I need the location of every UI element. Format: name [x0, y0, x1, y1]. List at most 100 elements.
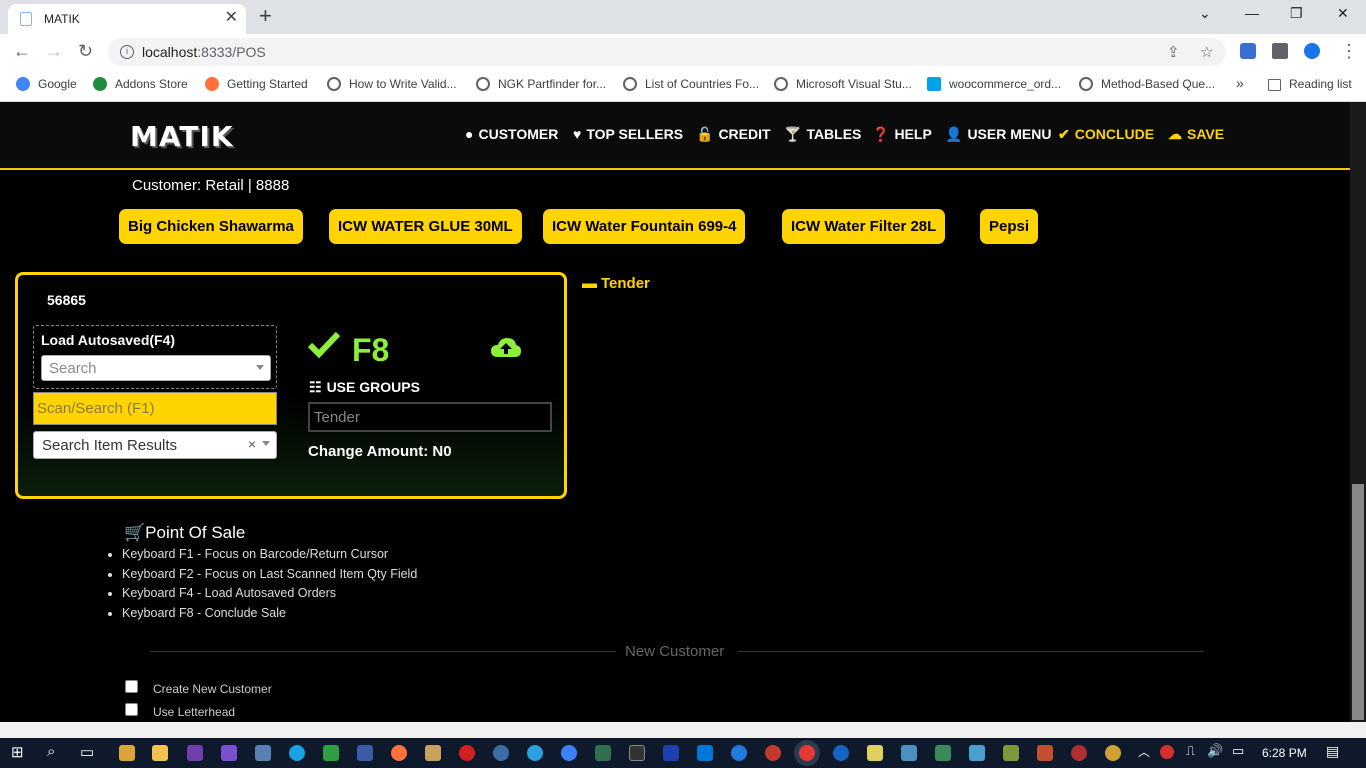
usb-icon[interactable]: ⎍ — [1186, 743, 1195, 759]
app-icon[interactable] — [663, 745, 679, 761]
search-icon[interactable]: ⌕ — [47, 743, 55, 760]
create-new-customer-label[interactable]: Create New Customer — [153, 682, 272, 696]
extension-shield-icon[interactable] — [1304, 43, 1320, 59]
close-tab-icon[interactable]: ✕ — [225, 9, 238, 27]
cloud-upload-icon[interactable] — [490, 337, 522, 359]
app-icon[interactable] — [969, 745, 985, 761]
close-window-icon[interactable]: ✕ — [1337, 5, 1349, 22]
visual-studio-icon[interactable] — [221, 745, 237, 761]
quick-item-button[interactable]: Big Chicken Shawarma — [119, 209, 303, 244]
task-view-icon[interactable]: ▭ — [80, 743, 94, 761]
extension-adblock-icon[interactable] — [1240, 43, 1256, 59]
nav-help[interactable]: ❓ HELP — [872, 126, 932, 143]
app-icon[interactable] — [1037, 745, 1053, 761]
search-results-select[interactable]: Search Item Results × — [33, 431, 277, 459]
autosaved-select[interactable]: Search — [41, 355, 271, 381]
bookmark-star-icon[interactable]: ☆ — [1200, 43, 1213, 61]
bookmark-how-to-write[interactable]: How to Write Valid... — [327, 77, 457, 91]
quick-item-button[interactable]: ICW Water Fountain 699-4 — [543, 209, 746, 244]
vscode-icon[interactable] — [697, 745, 713, 761]
record-icon[interactable] — [459, 745, 475, 761]
vertical-scrollbar[interactable] — [1350, 102, 1366, 722]
create-new-customer-checkbox[interactable] — [125, 680, 138, 693]
app-icon[interactable] — [901, 745, 917, 761]
app-icon[interactable] — [493, 745, 509, 761]
nav-conclude[interactable]: ✔ CONCLUDE — [1058, 126, 1154, 143]
quick-item-button[interactable]: ICW Water Filter 28L — [782, 209, 946, 244]
reading-list-button[interactable]: Reading list — [1268, 77, 1352, 91]
file-explorer-icon[interactable] — [152, 745, 168, 761]
menu-kebab-icon[interactable]: ⋮ — [1340, 41, 1358, 61]
minimize-icon[interactable]: — — [1245, 5, 1259, 21]
notification-icon[interactable]: ▤ — [1326, 743, 1339, 760]
app-icon[interactable] — [425, 745, 441, 761]
nav-top-sellers[interactable]: ♥ TOP SELLERS — [573, 126, 683, 142]
restore-icon[interactable]: ❐ — [1290, 5, 1303, 22]
app-icon[interactable] — [1105, 745, 1121, 761]
app-icon[interactable] — [595, 745, 611, 761]
firefox-icon[interactable] — [391, 745, 407, 761]
quick-item-button[interactable]: Pepsi — [980, 209, 1039, 244]
clear-icon[interactable]: × — [248, 436, 256, 452]
use-letterhead-label[interactable]: Use Letterhead — [153, 705, 235, 719]
app-icon[interactable] — [935, 745, 951, 761]
reload-icon[interactable]: ↻ — [78, 41, 93, 61]
app-icon[interactable] — [731, 745, 747, 761]
quick-item-button[interactable]: ICW WATER GLUE 30ML — [329, 209, 522, 244]
app-icon[interactable] — [833, 745, 849, 761]
app-icon[interactable] — [323, 745, 339, 761]
bookmarks-overflow[interactable]: » — [1236, 75, 1244, 91]
tender-input[interactable] — [308, 402, 552, 432]
nav-credit[interactable]: 🔓 CREDIT — [696, 126, 771, 143]
bookmark-method-based[interactable]: Method-Based Que... — [1079, 77, 1215, 91]
app-icon[interactable] — [1071, 745, 1087, 761]
site-info-icon[interactable]: i — [120, 45, 134, 59]
app-icon[interactable] — [255, 745, 271, 761]
app-icon[interactable] — [357, 745, 373, 761]
new-tab-icon[interactable]: + — [259, 4, 272, 28]
scan-search-input[interactable] — [33, 392, 277, 425]
address-bar[interactable]: i localhost:8333/POS ⇪ ☆ — [108, 38, 1226, 66]
browser-tab[interactable]: MATIK ✕ — [8, 4, 246, 34]
url-text[interactable]: localhost:8333/POS — [142, 44, 266, 60]
bookmark-addons-store[interactable]: Addons Store — [93, 77, 188, 91]
forward-icon[interactable]: → — [45, 41, 63, 61]
horizontal-scrollbar[interactable] — [0, 722, 1366, 739]
scroll-thumb[interactable] — [1352, 484, 1364, 720]
f8-label[interactable]: F8 — [352, 332, 389, 369]
tab-search-icon[interactable]: ⌄ — [1199, 5, 1211, 22]
share-icon[interactable]: ⇪ — [1167, 43, 1180, 61]
terminal-icon[interactable] — [629, 745, 645, 761]
use-groups-button[interactable]: ☷ USE GROUPS — [309, 379, 420, 396]
matik-logo[interactable]: MATIK — [130, 120, 234, 153]
app-icon[interactable] — [119, 745, 135, 761]
tender-heading[interactable]: ▬ Tender — [582, 275, 650, 292]
conclude-check-icon[interactable] — [308, 330, 340, 358]
app-icon[interactable] — [867, 745, 883, 761]
volume-icon[interactable]: 🔊 — [1207, 743, 1223, 759]
nav-save[interactable]: ☁ SAVE — [1168, 126, 1224, 143]
chevron-up-icon[interactable]: ︿ — [1138, 743, 1150, 760]
bookmark-google[interactable]: Google — [16, 77, 77, 91]
visual-studio-icon[interactable] — [187, 745, 203, 761]
bookmark-getting-started[interactable]: Getting Started — [205, 77, 308, 91]
app-icon[interactable] — [527, 745, 543, 761]
use-letterhead-checkbox[interactable] — [125, 703, 138, 716]
nav-customer[interactable]: ● CUSTOMER — [465, 126, 558, 142]
battery-icon[interactable]: ▭ — [1232, 743, 1244, 759]
windows-start-icon[interactable]: ⊞ — [11, 743, 24, 761]
bookmark-countries[interactable]: List of Countries Fo... — [623, 77, 759, 91]
nav-user-menu[interactable]: 👤 USER MENU — [945, 126, 1051, 143]
bookmark-ngk[interactable]: NGK Partfinder for... — [476, 77, 606, 91]
bookmark-visual-studio[interactable]: Microsoft Visual Stu... — [774, 77, 912, 91]
app-icon[interactable] — [1003, 745, 1019, 761]
chrome-icon[interactable] — [799, 745, 815, 761]
app-icon[interactable] — [289, 745, 305, 761]
nav-tables[interactable]: 🍸 TABLES — [784, 126, 861, 143]
taskbar-clock[interactable]: 6:28 PM — [1262, 746, 1307, 760]
app-icon[interactable] — [765, 745, 781, 761]
back-icon[interactable]: ← — [13, 41, 31, 61]
app-icon[interactable] — [561, 745, 577, 761]
bookmark-woocommerce[interactable]: woocommerce_ord... — [927, 77, 1061, 91]
extensions-puzzle-icon[interactable] — [1272, 43, 1288, 59]
